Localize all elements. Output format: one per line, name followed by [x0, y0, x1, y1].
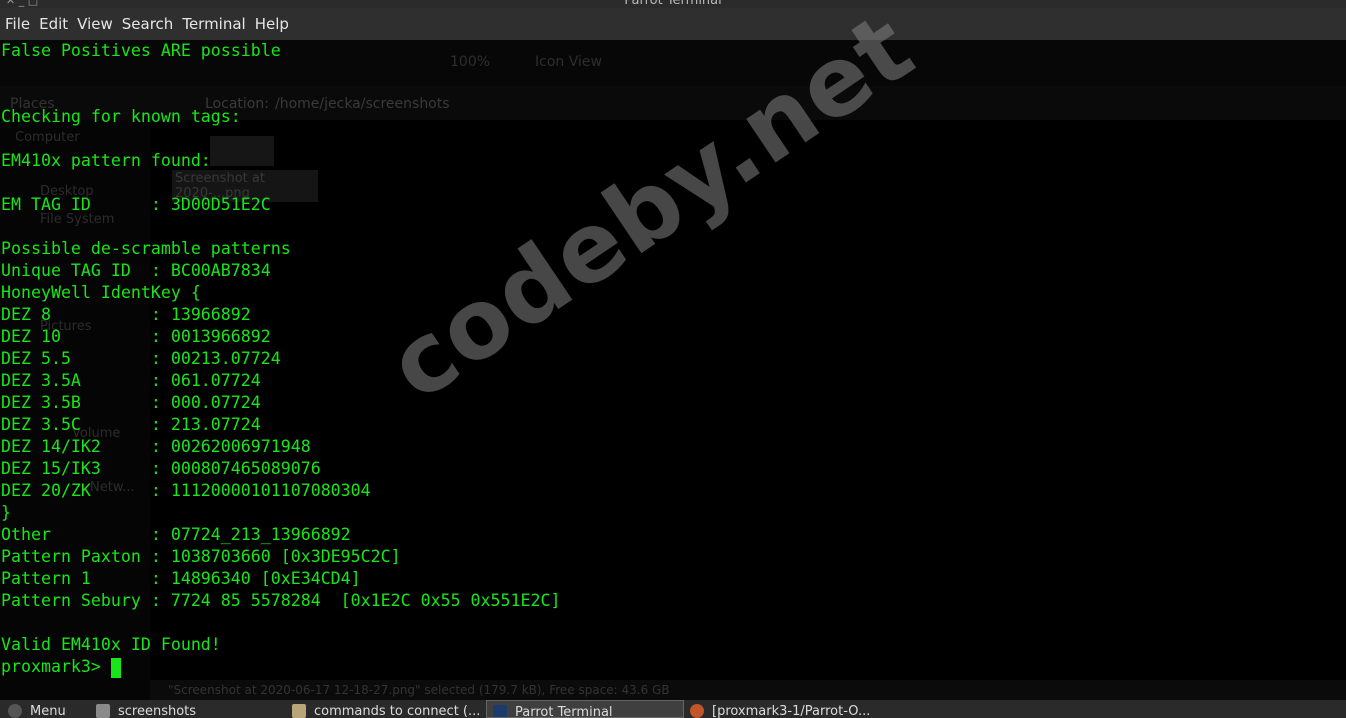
terminal-line: DEZ 3.5C : 213.07724: [1, 415, 261, 434]
terminal-line: Pattern Paxton : 1038703660 [0x3DE95C2C]: [1, 547, 401, 566]
menu-terminal[interactable]: Terminal: [177, 15, 249, 33]
terminal-line: Checking for known tags:: [1, 107, 241, 126]
taskbar-item-commands[interactable]: commands to connect (...: [286, 700, 486, 718]
parrot-menu-icon: [8, 704, 22, 718]
taskbar-item-browser[interactable]: [proxmark3-1/Parrot-O...: [684, 700, 884, 718]
terminal-line: DEZ 8 : 13966892: [1, 305, 251, 324]
taskbar-item-parrot-terminal[interactable]: Parrot Terminal: [486, 700, 684, 718]
terminal-line: Possible de-scramble patterns: [1, 239, 291, 258]
taskbar-item-label: screenshots: [118, 704, 197, 718]
menu-search[interactable]: Search: [117, 15, 178, 33]
terminal-line: Valid EM410x ID Found!: [1, 635, 221, 654]
text-editor-icon: [292, 704, 306, 718]
taskbar: Menu screenshots commands to connect (..…: [0, 700, 1346, 718]
terminal-line: }: [1, 503, 11, 522]
taskbar-item-screenshots[interactable]: screenshots: [88, 700, 286, 718]
terminal-line: EM410x pattern found:: [1, 151, 211, 170]
terminal-cursor: [111, 658, 121, 678]
menu-view[interactable]: View: [72, 15, 117, 33]
terminal-line: DEZ 20/ZK : 11120000101107080304: [1, 481, 371, 500]
terminal-line: EM TAG ID : 3D00D51E2C: [1, 195, 271, 214]
terminal-line: DEZ 10 : 0013966892: [1, 327, 271, 346]
taskbar-item-label: Parrot Terminal: [515, 705, 613, 718]
terminal-line: DEZ 5.5 : 00213.07724: [1, 349, 281, 368]
folder-icon: [96, 704, 110, 718]
terminal-line: HoneyWell IdentKey {: [1, 283, 201, 302]
menu-file[interactable]: File: [0, 15, 34, 33]
terminal-line: False Positives ARE possible: [1, 41, 281, 60]
terminal-icon: [493, 705, 507, 717]
taskbar-item-label: commands to connect (...: [314, 704, 481, 718]
terminal-prompt[interactable]: proxmark3>: [1, 656, 111, 678]
window-title: Parrot Terminal: [624, 0, 722, 8]
terminal-menubar: File Edit View Search Terminal Help: [0, 8, 1346, 40]
taskbar-item-label: [proxmark3-1/Parrot-O...: [712, 704, 871, 718]
terminal-line: DEZ 14/IK2 : 00262006971948: [1, 437, 311, 456]
terminal-line: Unique TAG ID : BC00AB7834: [1, 261, 271, 280]
terminal-line: DEZ 3.5A : 061.07724: [1, 371, 261, 390]
terminal-line: DEZ 3.5B : 000.07724: [1, 393, 261, 412]
menu-help[interactable]: Help: [250, 15, 293, 33]
taskbar-menu-button[interactable]: Menu: [0, 700, 88, 718]
window-titlebar[interactable]: ✕ _ □ Parrot Terminal: [0, 0, 1346, 8]
desktop-screen: ✕ _ □ Parrot Terminal File Edit View Sea…: [0, 0, 1346, 718]
terminal-line: Pattern Sebury : 7724 85 5578284 [0x1E2C…: [1, 591, 561, 610]
terminal-line: Other : 07724_213_13966892: [1, 525, 351, 544]
terminal-line: Pattern 1 : 14896340 [0xE34CD4]: [1, 569, 361, 588]
terminal-line: DEZ 15/IK3 : 000807465089076: [1, 459, 321, 478]
browser-icon: [690, 704, 704, 718]
menu-edit[interactable]: Edit: [34, 15, 72, 33]
taskbar-item-label: Menu: [30, 704, 66, 718]
